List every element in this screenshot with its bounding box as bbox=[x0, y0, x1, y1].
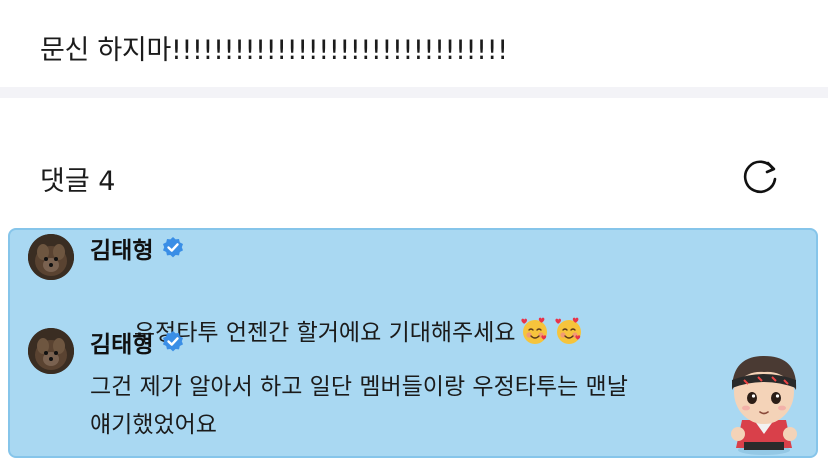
refresh-icon bbox=[743, 160, 777, 194]
verified-badge-icon bbox=[163, 237, 184, 258]
comment-author-line: 김태형 bbox=[90, 325, 185, 359]
smiling-face-with-hearts-icon bbox=[554, 317, 581, 344]
comments-highlight-box: 김태형 우정타투 언젠간 할거에요 기대해주세요 김태형 그건 제가 알아서 하… bbox=[8, 228, 818, 458]
avatar[interactable] bbox=[28, 234, 74, 280]
section-divider bbox=[0, 87, 828, 98]
comment-author-line: 김태형 bbox=[90, 231, 185, 265]
comment-text-content: 우정타투 언젠간 할거에요 기대해주세요 bbox=[133, 320, 516, 346]
comment-text: 그건 제가 알아서 하고 일단 멤버들이랑 우정타투는 맨날 얘기했었어요 bbox=[90, 374, 628, 438]
avatar[interactable] bbox=[28, 328, 74, 374]
refresh-button[interactable] bbox=[738, 155, 782, 199]
smiling-face-with-hearts-icon bbox=[520, 317, 547, 344]
character-sticker-icon bbox=[731, 356, 797, 455]
verified-badge-icon bbox=[163, 331, 184, 352]
post-text: 문신 하지마!!!!!!!!!!!!!!!!!!!!!!!!!!!!!!!! bbox=[40, 35, 508, 66]
comment-author-name[interactable]: 김태형 bbox=[90, 325, 153, 359]
comments-count-title: 댓글 4 bbox=[40, 166, 116, 197]
comment-author-name[interactable]: 김태형 bbox=[90, 231, 153, 265]
